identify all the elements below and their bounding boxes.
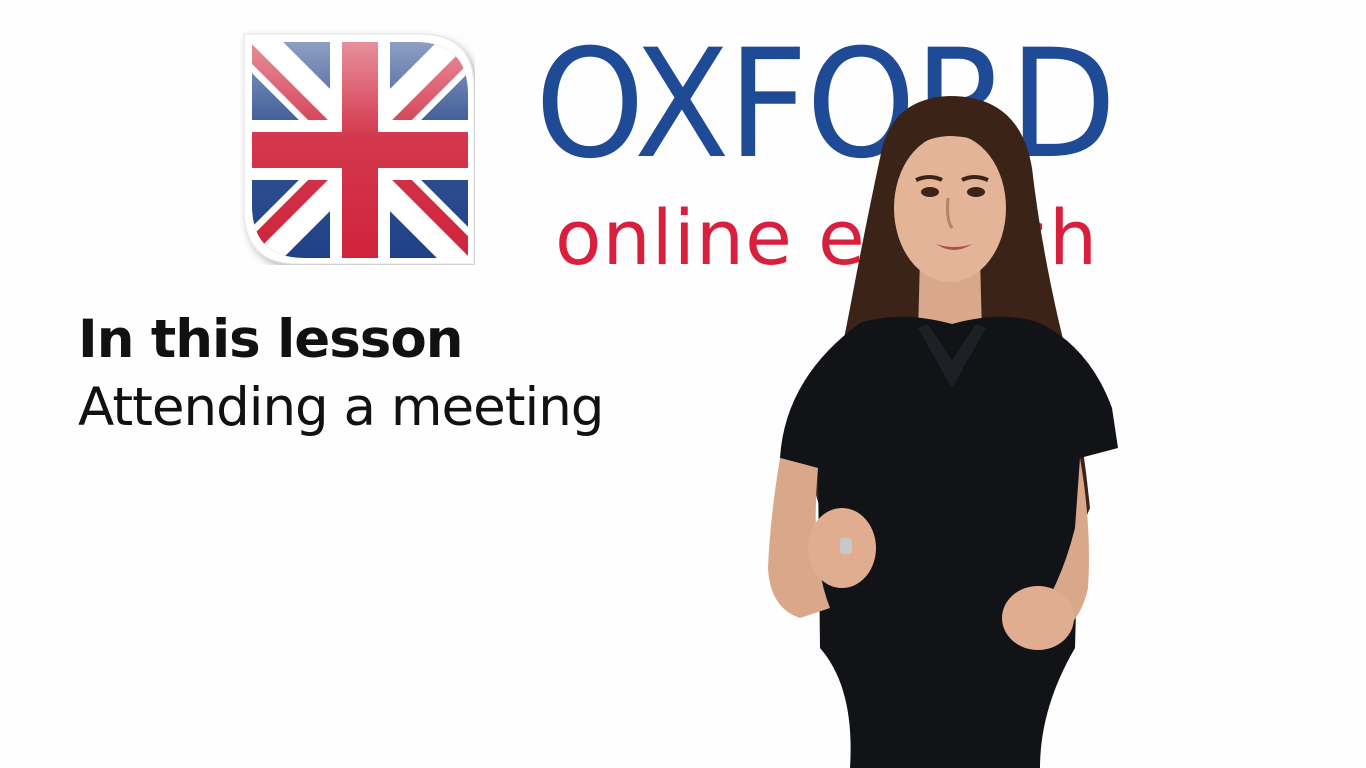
lesson-caption: In this lesson Attending a meeting xyxy=(78,306,698,442)
video-frame: OXFORD online english In this lesson Att… xyxy=(0,0,1366,768)
lesson-topic: Attending a meeting xyxy=(78,377,604,438)
presenter-image xyxy=(768,96,1118,768)
union-jack-flag-icon xyxy=(243,33,475,265)
lesson-heading: In this lesson xyxy=(78,309,463,370)
